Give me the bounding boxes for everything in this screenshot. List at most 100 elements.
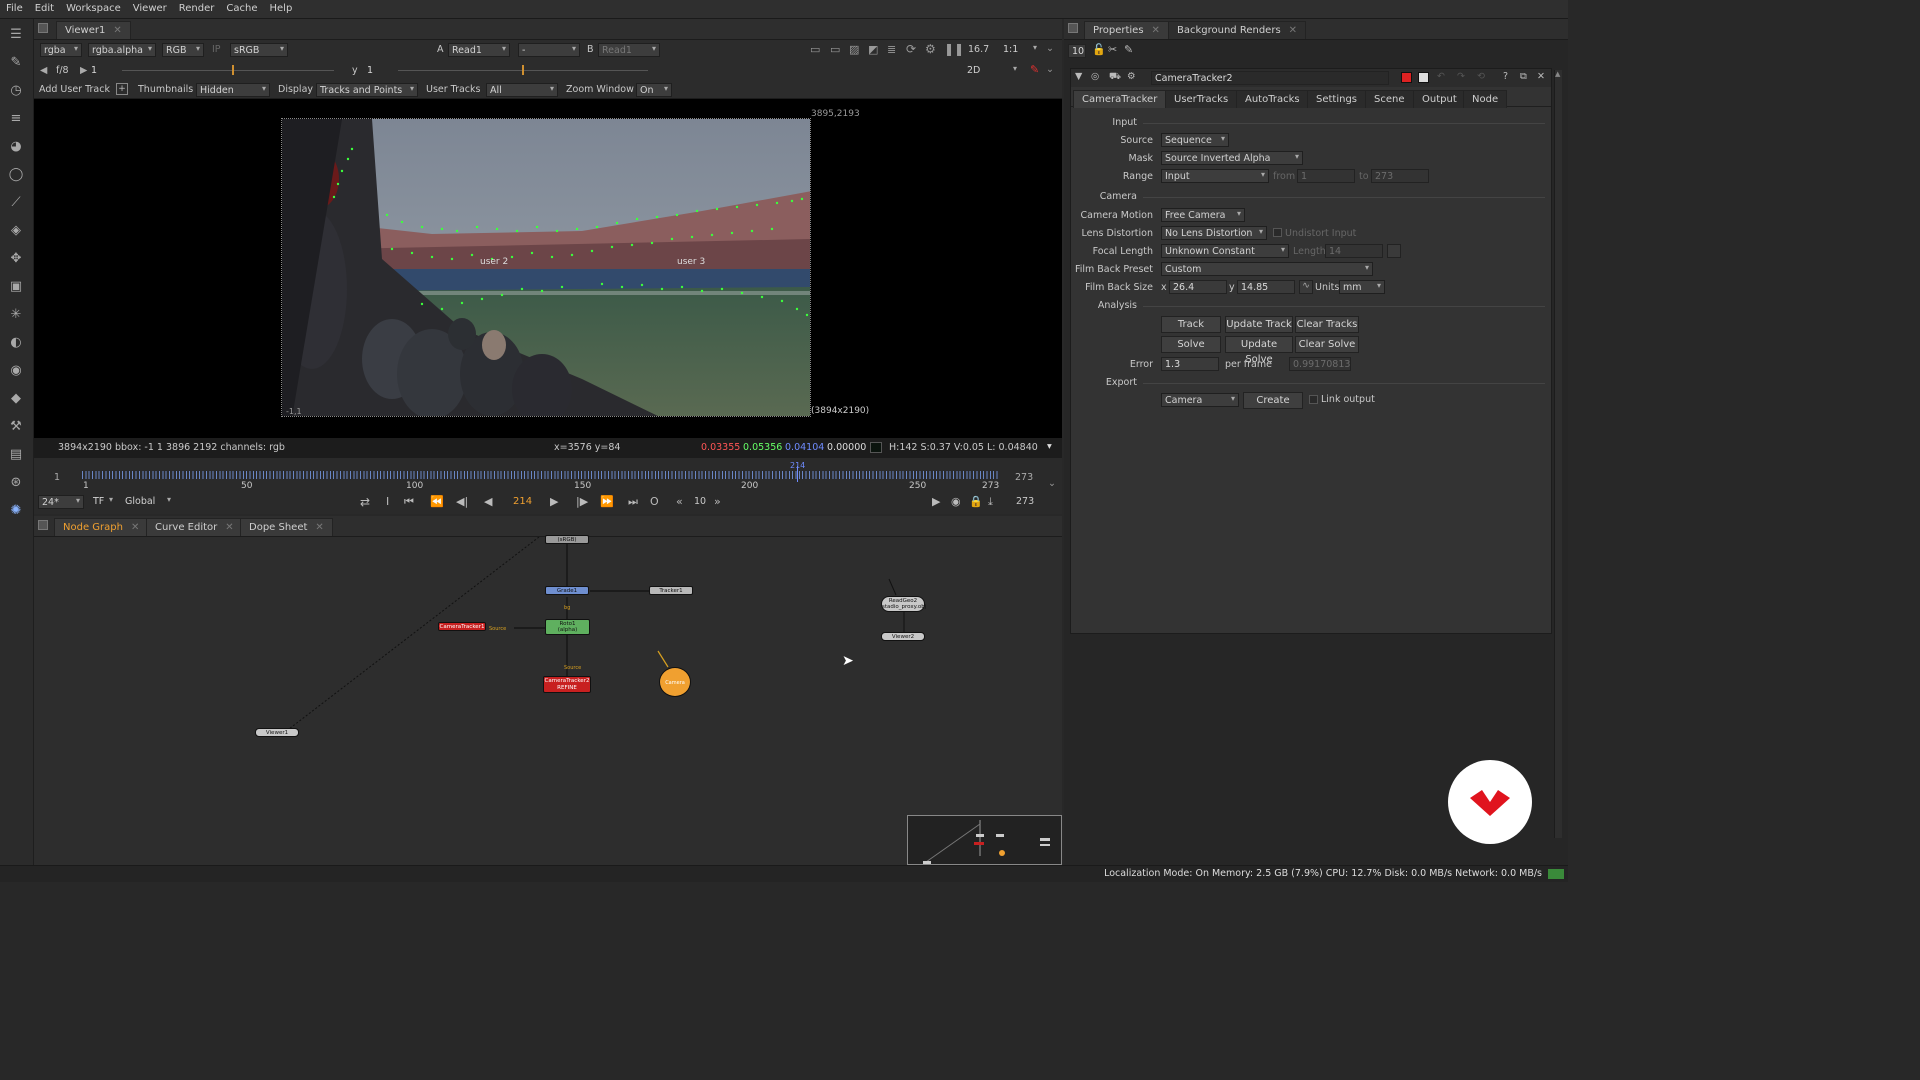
tab-viewer1[interactable]: Viewer1 ✕ <box>56 21 131 39</box>
wipe-icon[interactable]: ≣ <box>887 43 896 56</box>
ratio-dropdown[interactable]: 1:1 <box>1000 43 1040 57</box>
center-node-icon[interactable]: ◎ <box>1091 71 1099 82</box>
thumbnails-dropdown[interactable]: Hidden <box>196 83 270 97</box>
menu-cache[interactable]: Cache <box>220 0 263 14</box>
next-keyframe-icon[interactable]: ⏩ <box>600 495 614 508</box>
next-frame-icon[interactable]: |▶ <box>576 495 588 508</box>
create-button[interactable]: Create <box>1243 392 1303 409</box>
range-dropdown[interactable]: Input <box>1161 169 1269 183</box>
tab-curve-editor[interactable]: Curve Editor ✕ <box>146 518 243 536</box>
timeline-end-field[interactable]: 273 <box>1015 472 1033 483</box>
fstop-value[interactable]: f/8 <box>56 65 69 76</box>
node-viewer1[interactable]: Viewer1 <box>255 728 299 737</box>
scroll-up-icon[interactable]: ▲ <box>1555 70 1562 80</box>
node-roto1[interactable]: Roto1 (alpha) <box>545 619 590 635</box>
prev-frame-icon[interactable]: ◀| <box>456 495 468 508</box>
download-icon[interactable]: ⤓ <box>988 495 993 509</box>
image-nodes-icon[interactable]: ☰ <box>7 27 25 43</box>
lock-panel-icon[interactable]: 🔓 <box>1092 43 1106 56</box>
node-grade1[interactable]: Grade1 <box>545 586 589 595</box>
3d-nodes-icon[interactable]: ▣ <box>7 279 25 295</box>
close-icon[interactable]: ✕ <box>131 522 139 533</box>
proxy-icon[interactable]: ▨ <box>849 43 859 56</box>
menu-workspace[interactable]: Workspace <box>60 0 127 14</box>
display-dropdown[interactable]: Tracks and Points <box>316 83 418 97</box>
units-dropdown[interactable]: mm <box>1339 280 1385 294</box>
timeline-ruler[interactable] <box>82 471 998 479</box>
composite-dropdown[interactable]: - <box>518 43 580 57</box>
viewer-canvas[interactable]: 3895,2193 (3894x2190) user 2 user 3 -1,1 <box>34 99 1062 438</box>
from-field[interactable]: 1 <box>1297 169 1355 183</box>
film-back-x-field[interactable]: 26.4 <box>1169 280 1227 294</box>
record-icon[interactable]: ◉ <box>951 495 961 508</box>
curve-icon[interactable]: ∿ <box>1299 280 1313 294</box>
export-dropdown[interactable]: Camera <box>1161 393 1239 407</box>
alpha-dropdown[interactable]: rgba.alpha <box>88 43 156 57</box>
tab-settings[interactable]: Settings <box>1307 90 1367 108</box>
tab-node[interactable]: Node <box>1463 90 1508 108</box>
node-tracker1[interactable]: Tracker1 <box>649 586 693 595</box>
node-cameratracker2[interactable]: CameraTracker2 REFINE <box>543 676 591 693</box>
tab-autotracks[interactable]: AutoTracks <box>1236 90 1309 108</box>
gamma-field[interactable]: 1 <box>364 64 396 78</box>
pane-menu-icon-2[interactable] <box>38 520 48 530</box>
gamma-slider-handle[interactable] <box>522 65 524 75</box>
lut-dropdown[interactable]: sRGB <box>230 43 288 57</box>
particles-nodes-icon[interactable]: ✳ <box>7 307 25 323</box>
end-frame-field[interactable]: 273 <box>1016 496 1034 507</box>
node-colorspace[interactable]: (sRGB) <box>545 535 589 544</box>
merge-nodes-icon[interactable]: ◈ <box>7 223 25 239</box>
node-color-swatch[interactable] <box>1401 72 1412 83</box>
step-forward-icon[interactable]: » <box>714 495 721 508</box>
paint-icon[interactable]: ✎ <box>1030 63 1039 76</box>
link-output-checkbox[interactable] <box>1309 395 1318 404</box>
close-icon[interactable]: ✕ <box>1152 25 1160 36</box>
pause-icon[interactable]: ❚❚ <box>944 42 964 56</box>
gl-color-swatch[interactable] <box>1418 72 1429 83</box>
mask-dropdown[interactable]: Source Inverted Alpha <box>1161 151 1303 165</box>
track-label-user2[interactable]: user 2 <box>480 257 508 267</box>
gain-field[interactable]: 1 <box>88 64 120 78</box>
furnace-nodes-icon[interactable]: ⊛ <box>7 475 25 491</box>
track-button[interactable]: Track <box>1161 316 1221 333</box>
channel-nodes-icon[interactable]: ≡ <box>7 111 25 127</box>
zoom-value[interactable]: 16.7 <box>968 44 989 55</box>
clear-tracks-button[interactable]: Clear Tracks <box>1295 316 1359 333</box>
update-solve-button[interactable]: Update Solve <box>1225 336 1293 365</box>
input-a-dropdown[interactable]: Read1 <box>448 43 510 57</box>
current-frame-field[interactable]: 214 <box>513 496 532 507</box>
menu-render[interactable]: Render <box>173 0 221 14</box>
edit-icon[interactable]: ✎ <box>1124 43 1133 56</box>
views-nodes-icon[interactable]: ◉ <box>7 363 25 379</box>
overscan-icon[interactable]: ▭ <box>830 43 840 56</box>
add-track-icon[interactable]: + <box>116 83 128 95</box>
film-back-preset-dropdown[interactable]: Custom <box>1161 262 1373 276</box>
source-dropdown[interactable]: Sequence <box>1161 133 1229 147</box>
channels-dropdown[interactable]: rgba <box>40 43 82 57</box>
expand-icon[interactable]: ⌄ <box>1046 43 1054 54</box>
lock-icon[interactable]: 🔒 <box>969 495 983 508</box>
update-track-button[interactable]: Update Track <box>1225 316 1293 333</box>
play-forward-icon[interactable]: ▶ <box>550 495 558 508</box>
zoom-window-dropdown[interactable]: On <box>636 83 672 97</box>
undo-icon[interactable]: ↶ <box>1437 71 1445 82</box>
metadata-nodes-icon[interactable]: ◆ <box>7 391 25 407</box>
color-nodes-icon[interactable]: ◕ <box>7 139 25 155</box>
close-icon[interactable]: ✕ <box>315 522 323 533</box>
properties-scrollbar[interactable]: ▲ <box>1554 70 1562 838</box>
length-field[interactable]: 14 <box>1325 244 1383 258</box>
tab-scene[interactable]: Scene <box>1365 90 1414 108</box>
rgb-dropdown[interactable]: RGB <box>162 43 204 57</box>
fstop-next-icon[interactable]: ▶ <box>80 65 87 76</box>
draw-nodes-icon[interactable]: ✎ <box>7 55 25 71</box>
expand-icon-2[interactable]: ⌄ <box>1046 64 1054 75</box>
input-node-icon[interactable]: ⛟ <box>1109 71 1121 83</box>
keyer-nodes-icon[interactable]: ⟋ <box>7 195 25 211</box>
gain-slider-handle[interactable] <box>232 65 234 75</box>
menu-file[interactable]: File <box>0 0 29 14</box>
menu-viewer[interactable]: Viewer <box>127 0 173 14</box>
node-readgeo2[interactable]: ReadGeo2 stadio_proxy.obj <box>881 596 926 612</box>
redo-icon[interactable]: ↷ <box>1457 71 1465 82</box>
navigator-minimap[interactable] <box>907 815 1062 865</box>
timeline-expand-icon[interactable]: ⌄ <box>1048 478 1056 489</box>
